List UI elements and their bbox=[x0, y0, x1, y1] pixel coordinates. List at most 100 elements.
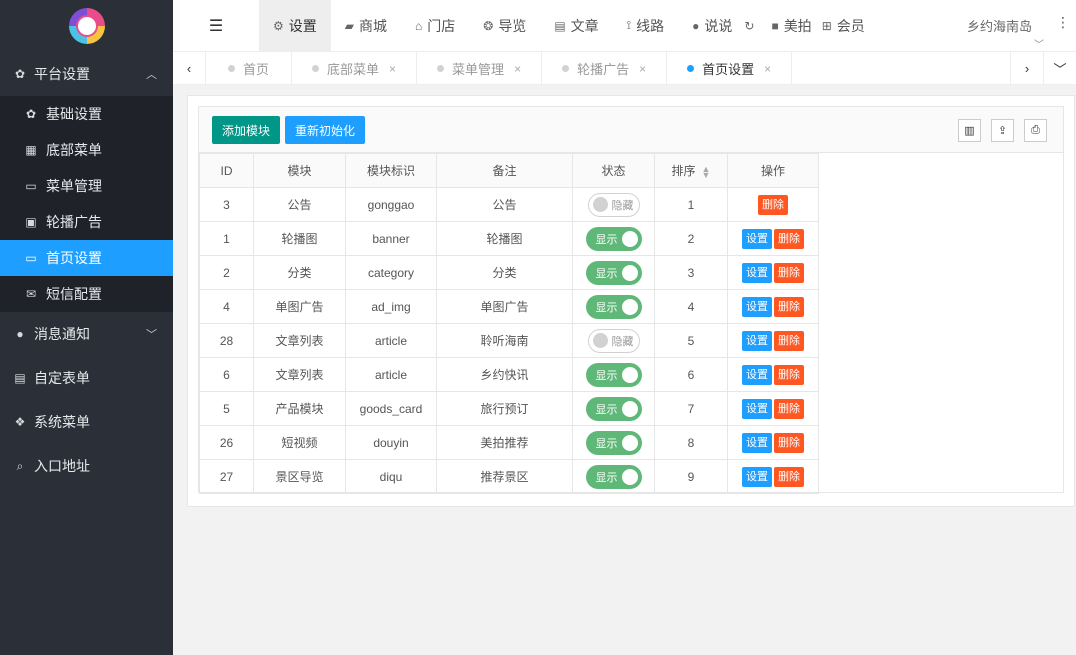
delete-button[interactable]: 删除 bbox=[774, 296, 804, 317]
status-toggle[interactable]: 显示 bbox=[585, 226, 642, 251]
sidebar-group-entry-url[interactable]: ⌕ 入口地址 bbox=[0, 444, 173, 488]
delete-button[interactable]: 删除 bbox=[774, 466, 804, 487]
app-logo[interactable] bbox=[68, 8, 105, 44]
status-toggle[interactable]: 显示 bbox=[585, 430, 642, 455]
status-toggle[interactable]: 隐藏 bbox=[587, 328, 640, 353]
sidebar-item-carousel-ads[interactable]: ▣ 轮播广告 bbox=[0, 204, 173, 240]
settings-button[interactable]: 设置 bbox=[742, 330, 772, 351]
image-icon: ▣ bbox=[25, 215, 37, 229]
delete-button[interactable]: 删除 bbox=[774, 364, 804, 385]
top-nav-members[interactable]: ⊞ 会员 bbox=[818, 0, 869, 52]
status-label: 显示 bbox=[595, 403, 618, 416]
settings-button[interactable]: 设置 bbox=[742, 228, 772, 249]
cell-module: 文章列表 bbox=[253, 323, 346, 358]
toggle-knob bbox=[621, 366, 638, 383]
add-module-button[interactable]: 添加模块 bbox=[212, 116, 281, 144]
close-icon[interactable]: × bbox=[389, 62, 396, 76]
delete-button[interactable]: 删除 bbox=[774, 262, 804, 283]
tabs-dropdown-icon[interactable]: ﹀ bbox=[1043, 52, 1076, 85]
sidebar-item-sms-config[interactable]: ✉ 短信配置 bbox=[0, 276, 173, 312]
cell-id: 26 bbox=[199, 425, 254, 460]
tab-bottom-menu[interactable]: 底部菜单 × bbox=[292, 52, 418, 85]
tabs-prev-icon[interactable]: ‹ bbox=[173, 52, 206, 85]
more-vertical-icon[interactable]: ⋮ bbox=[1056, 14, 1070, 31]
print-icon[interactable]: ⎙ bbox=[1024, 119, 1047, 142]
delete-button[interactable]: 删除 bbox=[774, 398, 804, 419]
delete-button[interactable]: 删除 bbox=[774, 432, 804, 453]
cell-module: 轮播图 bbox=[253, 221, 346, 256]
top-nav-store[interactable]: ⌂ 门店 bbox=[401, 0, 469, 52]
close-icon[interactable]: × bbox=[639, 62, 646, 76]
col-sort[interactable]: 排序 ▲ ▼ bbox=[654, 153, 728, 188]
settings-button[interactable]: 设置 bbox=[742, 262, 772, 283]
table-row: 2 分类 category 分类 显示 3 设置 删除 bbox=[199, 255, 819, 290]
settings-button[interactable]: 设置 bbox=[742, 398, 772, 419]
tab-home-settings[interactable]: 首页设置 × bbox=[667, 52, 793, 85]
video-icon: ■ bbox=[771, 18, 779, 33]
tab-label: 首页设置 bbox=[702, 62, 755, 77]
table-row: 5 产品模块 goods_card 旅行预订 显示 7 设置 删除 bbox=[199, 391, 819, 426]
close-icon[interactable]: × bbox=[764, 62, 771, 76]
cell-id: 27 bbox=[199, 459, 254, 494]
site-name[interactable]: 乡约海南岛 bbox=[967, 16, 1032, 35]
settings-button[interactable]: 设置 bbox=[742, 364, 772, 385]
sort-icon[interactable]: ▲ ▼ bbox=[702, 164, 711, 179]
table-panel: 添加模块 重新初始化 ▥ ⇪ ⎙ ID 模块 模块标识 备注 状态 排序 ▲ ▼… bbox=[198, 106, 1064, 494]
cell-module-key: douyin bbox=[345, 425, 437, 460]
bank-icon: ⌂ bbox=[415, 18, 423, 33]
export-icon[interactable]: ⇪ bbox=[991, 119, 1014, 142]
settings-button[interactable]: 设置 bbox=[742, 466, 772, 487]
tab-dot bbox=[437, 65, 445, 72]
delete-button[interactable]: 删除 bbox=[758, 194, 788, 215]
route-icon: ⟟ bbox=[626, 18, 632, 32]
cell-note: 乡约快讯 bbox=[436, 357, 573, 392]
top-nav-routes[interactable]: ⟟ 线路 bbox=[613, 0, 678, 52]
cell-sort: 8 bbox=[654, 425, 728, 460]
logo-area bbox=[0, 0, 173, 52]
top-nav-articles[interactable]: ▤ 文章 bbox=[540, 0, 612, 52]
tab-menu-management[interactable]: 菜单管理 × bbox=[417, 52, 543, 85]
status-toggle[interactable]: 显示 bbox=[585, 464, 642, 489]
close-icon[interactable]: × bbox=[514, 62, 521, 76]
tab-home[interactable]: 首页 bbox=[206, 52, 293, 85]
tab-carousel-ads[interactable]: 轮播广告 × bbox=[542, 52, 668, 85]
top-nav-guide[interactable]: ❂ 导览 bbox=[469, 0, 540, 52]
top-nav-settings[interactable]: ⚙ 设置 bbox=[259, 0, 331, 52]
cell-sort: 2 bbox=[654, 221, 728, 256]
tab-label: 菜单管理 bbox=[452, 62, 505, 77]
sidebar-group-notifications[interactable]: ● 消息通知 ﹀ bbox=[0, 312, 173, 356]
status-toggle[interactable]: 显示 bbox=[585, 260, 642, 285]
sidebar-item-basic-settings[interactable]: ✿ 基础设置 bbox=[0, 96, 173, 132]
sidebar-item-home-settings[interactable]: ▭ 首页设置 bbox=[0, 240, 173, 276]
sidebar-group-platform-settings[interactable]: ✿ 平台设置 ︿ bbox=[0, 52, 173, 96]
chevron-down-icon[interactable]: ﹀ bbox=[1034, 36, 1044, 51]
sidebar-item-label: 短信配置 bbox=[46, 286, 102, 302]
cell-status: 显示 bbox=[572, 255, 655, 290]
delete-button[interactable]: 删除 bbox=[774, 228, 804, 249]
status-toggle[interactable]: 显示 bbox=[585, 362, 642, 387]
settings-button[interactable]: 设置 bbox=[742, 296, 772, 317]
tabs-next-icon[interactable]: › bbox=[1010, 52, 1043, 85]
sidebar-item-label: 底部菜单 bbox=[46, 142, 102, 158]
top-nav-posts[interactable]: ● 说说 bbox=[678, 0, 738, 52]
status-toggle[interactable]: 显示 bbox=[585, 294, 642, 319]
reinitialize-button[interactable]: 重新初始化 bbox=[285, 116, 366, 144]
table-row: 6 文章列表 article 乡约快讯 显示 6 设置 删除 bbox=[199, 357, 819, 392]
columns-filter-icon[interactable]: ▥ bbox=[958, 119, 981, 142]
sidebar-group-system-menu[interactable]: ❖ 系统菜单 bbox=[0, 400, 173, 444]
delete-button[interactable]: 删除 bbox=[774, 330, 804, 351]
menu-toggle-icon[interactable]: ☰ bbox=[173, 0, 259, 52]
top-nav-mall[interactable]: ▰ 商城 bbox=[331, 0, 401, 52]
settings-button[interactable]: 设置 bbox=[742, 432, 772, 453]
status-toggle[interactable]: 隐藏 bbox=[587, 192, 640, 217]
tab-label: 首页 bbox=[243, 62, 270, 77]
refresh-button[interactable]: ↻ bbox=[738, 0, 765, 52]
status-label: 显示 bbox=[595, 471, 618, 484]
chat-icon: ● bbox=[16, 327, 24, 341]
sidebar-item-menu-management[interactable]: ▭ 菜单管理 bbox=[0, 168, 173, 204]
top-nav-photo[interactable]: ■ 美拍 bbox=[765, 0, 817, 52]
sidebar-group-custom-forms[interactable]: ▤ 自定表单 bbox=[0, 356, 173, 400]
status-toggle[interactable]: 显示 bbox=[585, 396, 642, 421]
sidebar-item-bottom-menu[interactable]: ▦ 底部菜单 bbox=[0, 132, 173, 168]
cell-actions: 设置 删除 bbox=[727, 323, 819, 358]
